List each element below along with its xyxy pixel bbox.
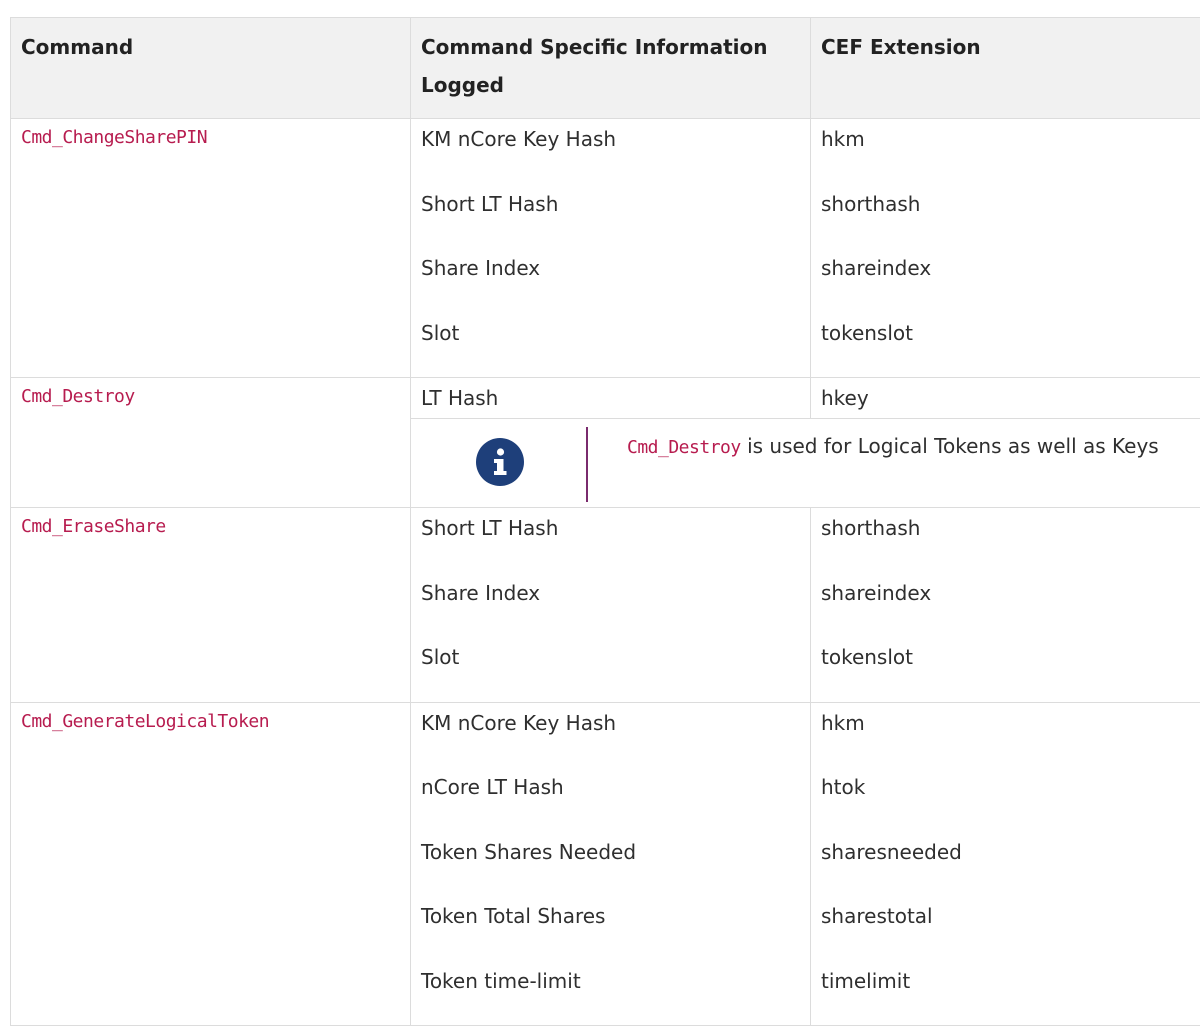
table-row: Cmd_ChangeSharePIN KM nCore Key Hash Sho… — [10, 118, 1200, 378]
cef-cell: hkey — [810, 377, 1200, 419]
note-cell: Cmd_Destroy is used for Logical Tokens a… — [410, 418, 1200, 508]
info-item: KM nCore Key Hash — [421, 127, 617, 151]
table-row: Cmd_Destroy LT Hash hkey — [10, 377, 1200, 508]
cef-item: sharestotal — [821, 904, 933, 928]
command-name: Cmd_GenerateLogicalToken — [21, 710, 270, 732]
info-item: Token time-limit — [421, 968, 581, 993]
cef-extension-table: Command Command Specific Information Log… — [10, 17, 1200, 1026]
command-cell: Cmd_EraseShare — [10, 507, 411, 703]
header-info-logged: Command Specific Information Logged — [410, 17, 811, 119]
note-code: Cmd_Destroy — [627, 437, 741, 458]
cef-item: timelimit — [821, 968, 911, 993]
cef-cell: hkm shorthash shareindex tokenslot — [810, 118, 1200, 378]
cef-item: tokenslot — [821, 320, 913, 345]
note-body: is used for Logical Tokens as well as Ke… — [740, 434, 1159, 458]
info-cell: LT Hash — [410, 377, 811, 419]
cef-item: hkey — [821, 386, 869, 410]
cef-item: shorthash — [821, 516, 921, 540]
note-text: Cmd_Destroy is used for Logical Tokens a… — [627, 429, 1187, 465]
info-item: LT Hash — [421, 386, 499, 410]
admonition-note: Cmd_Destroy is used for Logical Tokens a… — [411, 419, 1200, 507]
info-item: Slot — [421, 320, 460, 345]
cef-item: shareindex — [821, 256, 932, 280]
info-item: Slot — [421, 645, 460, 669]
command-name: Cmd_EraseShare — [21, 516, 166, 537]
cef-cell: shorthash shareindex tokenslot — [810, 507, 1200, 703]
cef-item: tokenslot — [821, 645, 913, 669]
command-cell: Cmd_GenerateLogicalToken — [10, 701, 411, 1026]
header-command: Command — [10, 17, 411, 119]
cef-item: hkm — [821, 127, 865, 151]
info-item: Token Total Shares — [421, 904, 606, 928]
table-row: Cmd_EraseShare Short LT Hash Share Index… — [10, 507, 1200, 703]
cef-item: htok — [821, 775, 866, 799]
info-item: nCore LT Hash — [421, 775, 564, 799]
cef-item: shorthash — [821, 191, 921, 216]
table-header-row: Command Command Specific Information Log… — [10, 17, 1200, 119]
header-cef-extension: CEF Extension — [810, 17, 1200, 119]
info-cell: KM nCore Key Hash Short LT Hash Share In… — [410, 118, 811, 378]
cef-item: shareindex — [821, 580, 932, 605]
info-item: KM nCore Key Hash — [421, 710, 617, 735]
command-name: Cmd_Destroy — [21, 386, 135, 407]
cef-item: sharesneeded — [821, 839, 962, 864]
info-item: Short LT Hash — [421, 191, 559, 216]
command-name: Cmd_ChangeSharePIN — [21, 127, 208, 148]
command-cell: Cmd_Destroy — [10, 377, 411, 508]
info-item: Short LT Hash — [421, 516, 559, 540]
cef-cell: hkm htok sharesneeded sharestotal timeli… — [810, 701, 1200, 1026]
info-cell: KM nCore Key Hash nCore LT Hash Token Sh… — [410, 701, 811, 1026]
info-item: Token Shares Needed — [421, 839, 637, 864]
info-cell: Short LT Hash Share Index Slot — [410, 507, 811, 703]
cef-item: hkm — [821, 710, 865, 735]
info-item: Share Index — [421, 580, 541, 605]
table-row: Cmd_GenerateLogicalToken KM nCore Key Ha… — [10, 701, 1200, 1026]
info-item: Share Index — [421, 256, 541, 280]
command-cell: Cmd_ChangeSharePIN — [10, 118, 411, 378]
note-divider — [586, 427, 588, 502]
info-icon — [476, 438, 524, 486]
cef-extension-table-container: Command Command Specific Information Log… — [10, 17, 1200, 1026]
